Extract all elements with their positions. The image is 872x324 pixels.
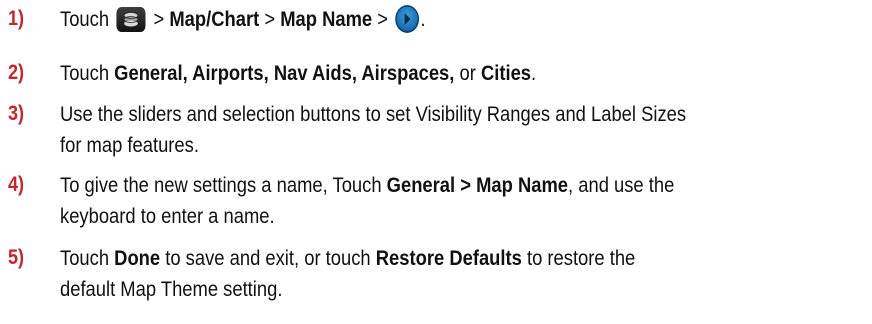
step-text-line: keyboard to enter a name. <box>60 204 275 228</box>
step-number: 3) <box>8 102 25 125</box>
step-text-line: for map features. <box>60 133 199 157</box>
step-text-line: default Map Theme setting. <box>60 277 283 301</box>
step-text-segment: or <box>459 61 476 85</box>
step-text-segment: to save and exit, or touch <box>165 246 371 270</box>
step-text-bold: Cities <box>480 61 532 85</box>
step-number: 2) <box>8 61 25 84</box>
step-text-bold: General, Airports, Nav Aids, Airspaces, <box>114 61 455 85</box>
step-text-segment: To give the new settings a name, Touch <box>60 173 382 197</box>
step-text-segment: Touch <box>60 61 110 85</box>
step-number: 1) <box>8 7 25 30</box>
step-text-bold: Restore Defaults <box>375 246 522 270</box>
step-text-segment: . <box>531 61 537 85</box>
step-text-line: Use the sliders and selection buttons to… <box>60 102 687 126</box>
step-text-segment: to restore the <box>526 246 636 270</box>
step-text-segment: Touch <box>60 7 110 31</box>
step-text: Touch Done to save and exit, or touch Re… <box>60 243 830 305</box>
step-text-bold: General > Map Name <box>386 173 569 197</box>
step-number: 5) <box>8 246 25 269</box>
step-text-segment: Touch <box>60 246 110 270</box>
step-text: To give the new settings a name, Touch G… <box>60 170 830 232</box>
step-text-segment: > <box>264 7 276 31</box>
step-text: Use the sliders and selection buttons to… <box>60 99 830 161</box>
step-text-bold: Map Name <box>280 7 373 31</box>
step-text-bold: Done <box>114 246 161 270</box>
step-text: Touch > Map/Chart > Map Name > . <box>60 4 830 35</box>
step-text-segment: , and use the <box>568 173 675 197</box>
step-text-segment: > <box>153 7 165 31</box>
step-number: 4) <box>8 173 25 196</box>
step-text: Touch General, Airports, Nav Aids, Airsp… <box>60 58 830 89</box>
step-text-bold: Map/Chart <box>169 7 260 31</box>
step-text-segment: . <box>420 7 426 31</box>
step-text-segment: > <box>377 7 389 31</box>
go-arrow-icon <box>394 5 419 33</box>
map-layers-icon <box>116 7 146 32</box>
